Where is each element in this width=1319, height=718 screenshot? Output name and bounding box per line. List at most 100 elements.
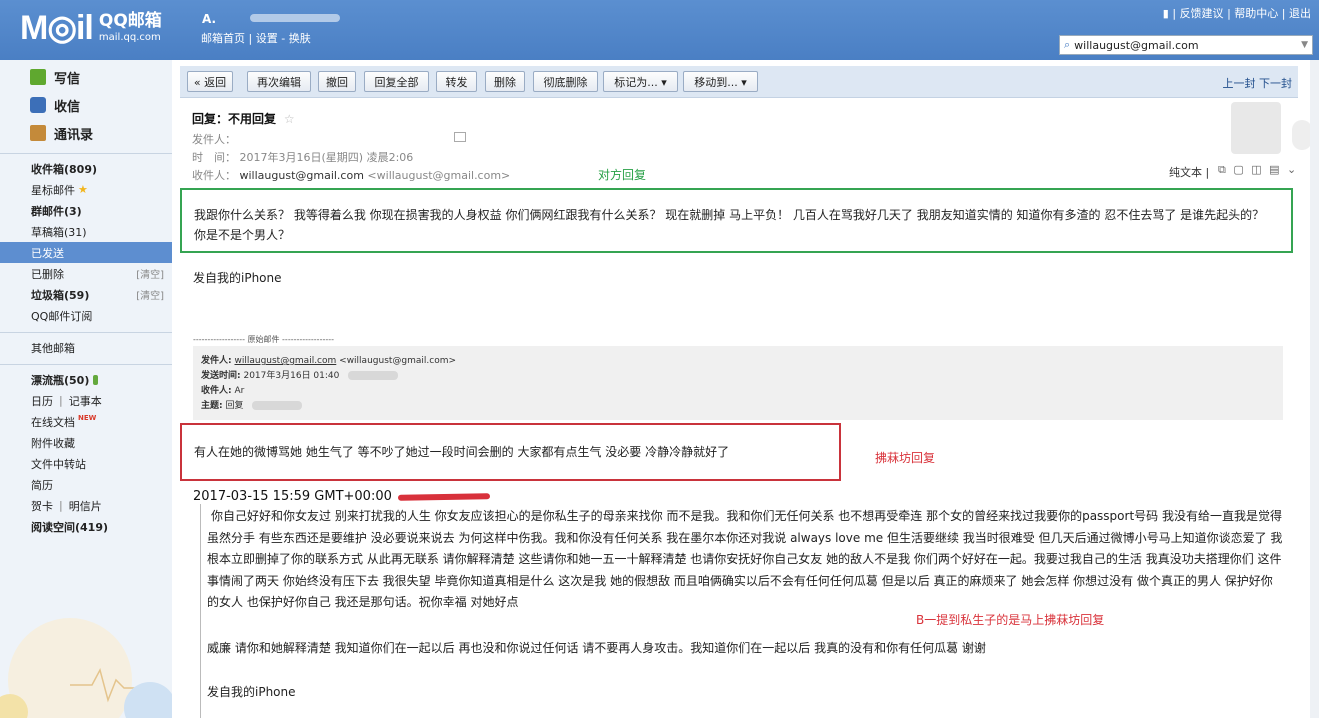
delete-forever-button[interactable]: 彻底删除: [533, 71, 598, 92]
sidebar-item-attachments[interactable]: 附件收藏: [0, 432, 172, 453]
quote-from-value[interactable]: willaugust@gmail.com: [234, 356, 336, 366]
star-icon: ★: [78, 183, 88, 196]
star-icon[interactable]: ☆: [284, 112, 295, 126]
recall-button[interactable]: 撤回: [318, 71, 356, 92]
header-sep: |: [248, 32, 253, 45]
plain-text-link[interactable]: 纯文本 |: [1169, 164, 1209, 180]
redacted-text: [252, 401, 303, 410]
inbox-icon: [30, 97, 46, 113]
sidebar-item-file-transfer[interactable]: 文件中转站: [0, 453, 172, 474]
postcard-link[interactable]: 明信片: [69, 498, 102, 514]
highlighted-reply-box: 我跟你什么关系？ 我等得着么我 你现在损害我的人身权益 你们俩网红跟我有什么关系…: [180, 188, 1293, 253]
sidebar-item-spam[interactable]: 垃圾箱(59) [清空]: [0, 284, 172, 305]
sidebar-item-other-mailboxes[interactable]: 其他邮箱: [0, 337, 172, 358]
from-label: 发件人：: [192, 133, 236, 146]
receive-label: 收信: [54, 99, 81, 115]
sidebar: 写信 收信 通讯录 收件箱(809) 星标邮件 ★ 群邮件(3) 草稿箱(31)…: [0, 60, 172, 718]
quote-subject-value: 回复: [225, 401, 244, 411]
top-sep: |: [1172, 7, 1177, 20]
skin-link[interactable]: 换肤: [289, 32, 311, 45]
back-button[interactable]: « 返回: [187, 71, 233, 92]
mail-toolbar: « 返回 再次编辑 撤回 回复全部 转发 删除 彻底删除 标记为... ▾ 移动…: [180, 66, 1298, 98]
compose-icon: [30, 69, 46, 85]
time-row: 时 间： 2017年3月16日(星期四) 凌晨2:06: [192, 149, 1298, 164]
quote-from-label: 发件人:: [201, 356, 232, 366]
header-links: 邮箱首页 | 设置 - 换肤: [201, 30, 311, 46]
highlighted-original-box: 有人在她的微博骂她 她生气了 等不吵了她过一段时间会删的 大家都有点生气 没必要…: [180, 423, 841, 481]
calendar-link[interactable]: 日历: [31, 393, 53, 409]
annotation-b-note: B一提到私生子的是马上拂菻坊回复: [916, 613, 1105, 627]
receive-mail-button[interactable]: 收信: [0, 91, 172, 119]
user-name: A.: [202, 12, 217, 26]
sidebar-item-drift-bottle[interactable]: 漂流瓶(50): [0, 369, 172, 390]
sidebar-item-reading-space[interactable]: 阅读空间(419): [0, 516, 172, 537]
redacted-user-info: [250, 14, 340, 22]
clear-deleted-link[interactable]: [清空]: [136, 266, 164, 281]
clear-spam-link[interactable]: [清空]: [136, 287, 164, 302]
sidebar-item-resume[interactable]: 简历: [0, 474, 172, 495]
sidebar-item-starred[interactable]: 星标邮件 ★: [0, 179, 172, 200]
sidebar-item-drafts[interactable]: 草稿箱(31): [0, 221, 172, 242]
settings-link[interactable]: 设置: [256, 32, 278, 45]
forward-button[interactable]: 转发: [436, 71, 477, 92]
sidebar-item-subscriptions[interactable]: QQ邮件订阅: [0, 305, 172, 326]
quote-sent-row: 发送时间: 2017年3月16日 01:40: [201, 368, 1275, 383]
sidebar-item-label: 在线文档: [31, 415, 75, 429]
long-reply-text: 你自己好好和你女友过 别来打扰我的人生 你女友应该担心的是你私生子的母亲来找你 …: [207, 509, 1283, 609]
time-label: 时 间：: [192, 151, 236, 164]
sidebar-item-online-docs[interactable]: 在线文档 NEW: [0, 411, 172, 432]
from-row: 发件人：: [192, 131, 1298, 146]
search-icon: ⌕: [1064, 38, 1071, 51]
prev-next-nav[interactable]: 上一封 下一封: [1223, 75, 1293, 91]
sidebar-item-label: 其他邮箱: [31, 341, 75, 355]
notes-link[interactable]: 记事本: [69, 393, 102, 409]
contacts-icon: [30, 125, 46, 141]
chevron-down-icon: ▼: [1301, 40, 1308, 50]
greeting-card-link[interactable]: 贺卡: [31, 498, 53, 514]
quote-subject-label: 主题:: [201, 401, 223, 411]
phone-icon[interactable]: ▮: [1163, 7, 1169, 20]
mark-as-dropdown[interactable]: 标记为... ▾: [603, 71, 678, 92]
original-body-text: 有人在她的微博骂她 她生气了 等不吵了她过一段时间会删的 大家都有点生气 没必要…: [194, 445, 730, 459]
reply-body-text: 我跟你什么关系？ 我等得着么我 你现在损害我的人身权益 你们俩网红跟我有什么关系…: [194, 208, 1265, 242]
sidebar-divider: [0, 364, 172, 365]
delete-button[interactable]: 删除: [485, 71, 525, 92]
sidebar-pipe: |: [59, 499, 63, 512]
quote-sent-label: 发送时间:: [201, 371, 241, 381]
time-value: 2017年3月16日(星期四) 凌晨2:06: [239, 151, 414, 164]
feedback-link[interactable]: 反馈建议: [1180, 7, 1224, 20]
contact-card-icon[interactable]: [454, 132, 466, 142]
view-options-icon[interactable]: ⧉ ▢ ◫ ▤ ⌄: [1218, 163, 1298, 177]
sidebar-item-inbox[interactable]: 收件箱(809): [0, 158, 172, 179]
reply-all-button[interactable]: 回复全部: [364, 71, 429, 92]
sidebar-divider: [0, 332, 172, 333]
help-center-link[interactable]: 帮助中心: [1234, 7, 1278, 20]
account-select[interactable]: ⌕ willaugust@gmail.com ▼: [1059, 35, 1313, 55]
quote-to-value: Ar: [234, 386, 245, 396]
sidebar-item-label: 附件收藏: [31, 436, 75, 450]
move-to-dropdown[interactable]: 移动到... ▾: [683, 71, 758, 92]
sidebar-item-calendar-notes: 日历 | 记事本: [0, 390, 172, 411]
sidebar-item-deleted[interactable]: 已删除 [清空]: [0, 263, 172, 284]
sidebar-item-label: 文件中转站: [31, 457, 86, 471]
quote-to-label: 收件人:: [201, 386, 232, 396]
annotation-fulinfang-reply: 拂菻坊回复: [875, 451, 936, 465]
write-mail-button[interactable]: 写信: [0, 63, 172, 91]
sidebar-item-label: 垃圾箱(59): [31, 288, 90, 302]
signature: 发自我的iPhone: [207, 684, 296, 699]
to-name[interactable]: willaugust@gmail.com: [240, 169, 364, 182]
logout-link[interactable]: 退出: [1289, 7, 1311, 20]
edit-again-button[interactable]: 再次编辑: [247, 71, 311, 92]
scrollbar[interactable]: [1310, 60, 1319, 718]
qq-mail-logo[interactable]: M◎il QQ邮箱 mail.qq.com: [20, 9, 162, 47]
to-address: <willaugust@gmail.com>: [367, 169, 511, 182]
sidebar-item-sent[interactable]: 已发送: [0, 242, 172, 263]
signature: 发自我的iPhone: [193, 271, 282, 285]
sidebar-item-label: 已删除: [31, 267, 64, 281]
sidebar-item-group-mail[interactable]: 群邮件(3): [0, 200, 172, 221]
write-label: 写信: [54, 71, 81, 87]
header-bar: M◎il QQ邮箱 mail.qq.com A. 邮箱首页 | 设置 - 换肤 …: [0, 0, 1319, 60]
to-label: 收件人：: [192, 169, 236, 182]
contacts-button[interactable]: 通讯录: [0, 119, 172, 147]
mail-home-link[interactable]: 邮箱首页: [201, 32, 245, 45]
